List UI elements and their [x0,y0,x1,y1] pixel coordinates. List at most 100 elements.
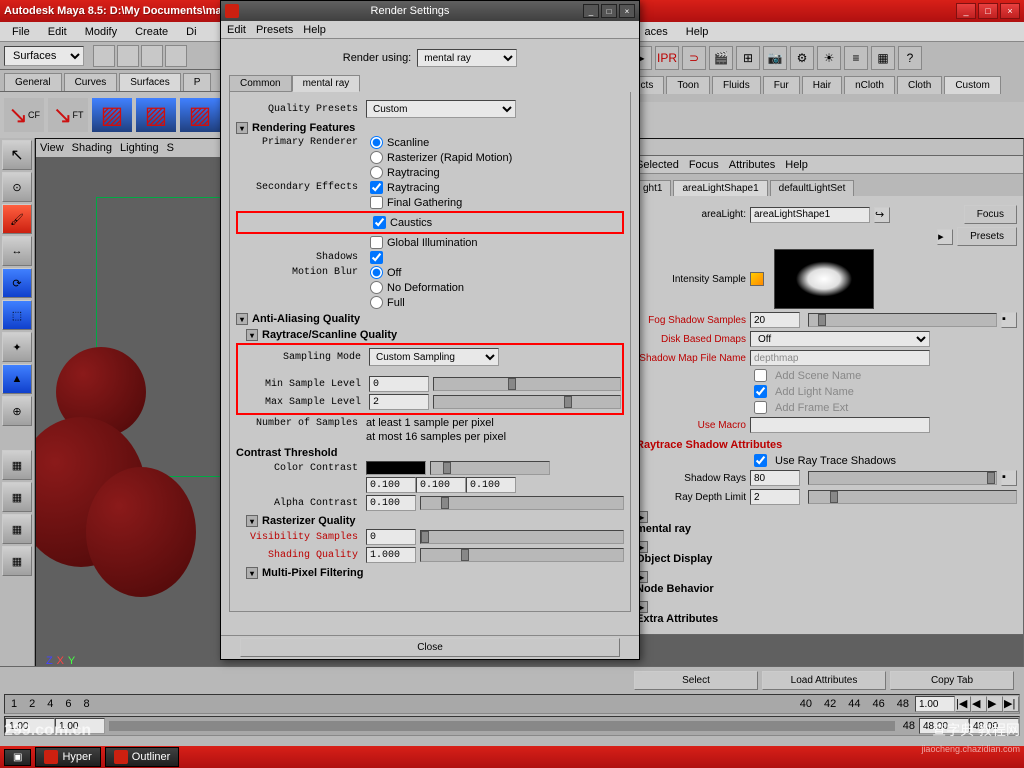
disk-dmaps-select[interactable]: Off [750,331,930,347]
anti-aliasing-section[interactable]: ▾Anti-Aliasing Quality [236,313,624,325]
play-end-icon[interactable]: ▶| [1003,696,1019,712]
dialog-titlebar[interactable]: Render Settings _ □ × [221,1,639,21]
intensity-swatch[interactable] [774,249,874,309]
vp-menu-view[interactable]: View [40,142,64,154]
attr-menu-help[interactable]: Help [785,159,808,171]
attr-menu-selected[interactable]: Selected [636,159,679,171]
dlg-menu-edit[interactable]: Edit [227,24,246,36]
status-icon[interactable] [141,45,163,67]
shelf-item[interactable]: ▨ [92,98,132,132]
shelf-tab[interactable]: Toon [666,76,710,94]
layout-tool[interactable]: ▦ [2,450,32,480]
grid-icon[interactable]: ▦ [871,46,895,70]
presets-icon[interactable]: ▸ [937,229,953,245]
add-scene-check[interactable] [754,369,767,382]
taskbar-item-hyper[interactable]: Hyper [35,747,100,767]
raytracing-check[interactable] [370,181,383,194]
nodebehavior-section[interactable]: ▸Node Behavior [636,571,1017,595]
shelf-tab-surfaces[interactable]: Surfaces [119,73,180,91]
shelf-tab[interactable]: nCloth [844,76,895,94]
color-contrast-slider[interactable] [430,461,550,475]
minimize-button[interactable]: _ [956,3,976,19]
status-icon[interactable] [117,45,139,67]
vp-menu-show[interactable]: S [167,142,174,154]
mb-full-radio[interactable] [370,296,383,309]
vp-menu-lighting[interactable]: Lighting [120,142,159,154]
play-start-icon[interactable]: |◀ [955,696,971,712]
goto-input-icon[interactable]: ↪ [874,207,890,223]
shadow-rays-slider[interactable] [808,471,997,485]
taskbar-item[interactable]: ▣ [4,749,31,766]
menu-file[interactable]: File [4,24,38,40]
add-frame-check[interactable] [754,401,767,414]
raytrace-scanline-section[interactable]: ▾Raytrace/Scanline Quality [246,329,624,341]
taskbar-item-outliner[interactable]: Outliner [105,747,180,767]
layout-tool[interactable]: ▦ [2,482,32,512]
focus-button[interactable]: Focus [964,205,1017,224]
use-macro-input[interactable] [750,417,930,433]
manipulator-tool[interactable]: ✦ [2,332,32,362]
shelf-item[interactable]: ▨ [136,98,176,132]
tab-common[interactable]: Common [229,75,292,92]
shelf-item-ft[interactable]: ↘FT [48,98,88,132]
visibility-samples-slider[interactable] [420,530,624,544]
dialog-maximize[interactable]: □ [601,4,617,18]
select-tool[interactable] [2,140,32,170]
rasterizer-quality-section[interactable]: ▾Rasterizer Quality [246,515,624,527]
fog-shadow-input[interactable] [750,312,800,328]
magnet-icon[interactable]: ⊃ [682,46,706,70]
map-button[interactable]: ▪ [1001,312,1017,328]
mentalray-section[interactable]: ▸mental ray [636,511,1017,535]
dialog-close[interactable]: × [619,4,635,18]
fog-shadow-slider[interactable] [808,313,997,327]
rotate-tool[interactable]: ⟳ [2,268,32,298]
scale-tool[interactable]: ⬚ [2,300,32,330]
menu-create[interactable]: Create [127,24,176,40]
layout-tool[interactable]: ▦ [2,514,32,544]
visibility-samples-input[interactable] [366,529,416,545]
dialog-minimize[interactable]: _ [583,4,599,18]
shelf-item-cf[interactable]: ↘CF [4,98,44,132]
global-illum-check[interactable] [370,236,383,249]
close-button[interactable]: Close [240,638,620,657]
light-icon[interactable]: ☀ [817,46,841,70]
max-sample-slider[interactable] [433,395,621,409]
copy-tab-button[interactable]: Copy Tab [890,671,1014,690]
current-frame-input[interactable] [915,696,955,712]
caustics-check[interactable] [373,216,386,229]
map-button[interactable]: ▪ [1001,470,1017,486]
shelf-tab[interactable]: Hair [802,76,842,94]
shadow-rays-input[interactable] [750,470,800,486]
ipr-icon[interactable]: IPR [655,46,679,70]
menu-surfaces[interactable]: aces [637,24,676,40]
shadow-map-file-input[interactable] [750,350,930,366]
paint-tool[interactable]: 🖌 [2,204,32,234]
status-icon[interactable] [93,45,115,67]
tab-mentalray[interactable]: mental ray [292,75,361,92]
use-rt-check[interactable] [754,454,767,467]
dlg-menu-help[interactable]: Help [303,24,326,36]
min-sample-input[interactable] [369,376,429,392]
menu-help[interactable]: Help [678,24,717,40]
close-button[interactable]: × [1000,3,1020,19]
menu-edit[interactable]: Edit [40,24,75,40]
load-attributes-button[interactable]: Load Attributes [762,671,886,690]
camera-icon[interactable]: 📷 [763,46,787,70]
attr-tab[interactable]: defaultLightSet [770,180,855,196]
vp-menu-shading[interactable]: Shading [72,142,112,154]
shelf-tab-curves[interactable]: Curves [64,73,118,91]
presets-button[interactable]: Presets [957,227,1017,246]
max-sample-input[interactable] [369,394,429,410]
shadows-check[interactable] [370,251,383,264]
sampling-mode-select[interactable]: Custom Sampling [369,348,499,366]
attr-menu-attributes[interactable]: Attributes [729,159,775,171]
last-tool[interactable]: ▲ [2,364,32,394]
contrast-b-input[interactable] [466,477,516,493]
shelf-tab-general[interactable]: General [4,73,62,91]
range-slider[interactable]: 48 [4,716,1020,736]
play-next-icon[interactable]: ▶ [987,696,1003,712]
shelf-tab[interactable]: Cloth [897,76,942,94]
attr-tab-active[interactable]: areaLightShape1 [673,180,767,196]
layout-tool[interactable]: ▦ [2,546,32,576]
alpha-contrast-input[interactable] [366,495,416,511]
